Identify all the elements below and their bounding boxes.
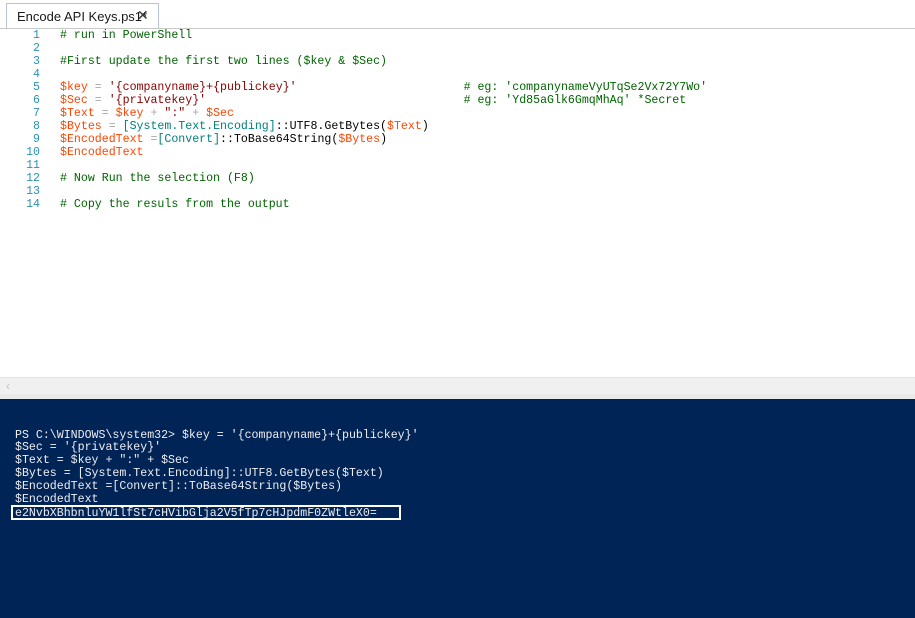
code-token: ) <box>421 120 429 133</box>
code-text: $Sec = '{privatekey}' # eg: 'Yd85aGlk6Gm… <box>60 94 686 107</box>
code-token: ::ToBase64String( <box>220 133 339 146</box>
code-token: $EncodedText <box>60 133 144 146</box>
line-number: 9 <box>33 133 40 146</box>
line-number: 8 <box>33 120 40 133</box>
code-token: [System.Text.Encoding] <box>122 120 276 133</box>
code-token: ":" <box>164 107 186 120</box>
tab-bar: Encode API Keys.ps1* ✕ <box>0 0 915 29</box>
code-token: + <box>185 107 207 120</box>
code-token: # run in PowerShell <box>60 29 193 42</box>
tab-encode-api-keys[interactable]: Encode API Keys.ps1* ✕ <box>6 3 159 28</box>
code-token: $key <box>115 107 144 120</box>
code-token: '{companyname}+{publickey}' <box>108 81 297 94</box>
code-token: #First update the first two lines ($key … <box>60 55 387 68</box>
console-line: $Bytes = [System.Text.Encoding]::UTF8.Ge… <box>15 467 384 480</box>
line-number: 2 <box>33 42 40 55</box>
code-token: # eg: 'companynameVyUTqSe2Vx72Y7Wo' <box>463 81 708 94</box>
code-text: $key = '{companyname}+{publickey}' # eg:… <box>60 81 707 94</box>
code-text: $EncodedText <box>60 146 144 159</box>
console-line: $EncodedText <box>15 493 99 506</box>
code-token: $key <box>60 81 88 94</box>
code-token: $Bytes <box>60 120 102 133</box>
code-token: '{privatekey}' <box>108 94 207 107</box>
code-token: $Sec <box>60 94 88 107</box>
line-number: 4 <box>33 68 40 81</box>
code-token: $Bytes <box>338 133 381 146</box>
code-token: = <box>94 107 116 120</box>
code-token: + <box>143 107 165 120</box>
code-token: $Text <box>387 120 422 133</box>
code-text: #First update the first two lines ($key … <box>60 55 387 68</box>
line-number: 6 <box>33 94 40 107</box>
console-pane[interactable]: PS C:\WINDOWS\system32> $key = '{company… <box>0 399 915 618</box>
line-number: 7 <box>33 107 40 120</box>
code-token: ::UTF8.GetBytes( <box>275 120 388 133</box>
scroll-left-icon[interactable]: ‹ <box>6 379 10 393</box>
line-number: 11 <box>26 159 40 172</box>
horizontal-scrollbar[interactable]: ‹ <box>0 377 915 395</box>
code-token: ) <box>380 133 388 146</box>
code-token: = <box>87 81 109 94</box>
code-text: $Bytes = [System.Text.Encoding]::UTF8.Ge… <box>60 120 429 133</box>
console-line: $EncodedText =[Convert]::ToBase64String(… <box>15 480 342 493</box>
line-number: 1 <box>33 29 40 42</box>
code-token: [Convert] <box>157 133 221 146</box>
code-token: = <box>101 120 123 133</box>
code-text: # Copy the resuls from the output <box>60 198 290 211</box>
code-text: # Now Run the selection (F8) <box>60 172 255 185</box>
code-token: # Now Run the selection (F8) <box>60 172 255 185</box>
line-number: 5 <box>33 81 40 94</box>
code-token: $Sec <box>206 107 234 120</box>
code-text: $Text = $key + ":" + $Sec <box>60 107 234 120</box>
code-token: $Text <box>60 107 95 120</box>
code-token: $EncodedText <box>60 146 144 159</box>
code-text: $EncodedText =[Convert]::ToBase64String(… <box>60 133 387 146</box>
line-number: 14 <box>26 198 40 211</box>
console-line: $Text = $key + ":" + $Sec <box>15 454 189 467</box>
code-text: # run in PowerShell <box>60 29 192 42</box>
line-number: 13 <box>26 185 40 198</box>
line-number: 3 <box>33 55 40 68</box>
code-token: = <box>87 94 109 107</box>
console-line: $Sec = '{privatekey}' <box>15 441 162 454</box>
close-icon[interactable]: ✕ <box>137 7 149 24</box>
code-token: # eg: 'Yd85aGlk6GmqMhAq' *Secret <box>463 94 687 107</box>
console-output-line: e2NvbXBhbnluYW1lfSt7cHVibGlja2V5fTp7cHJp… <box>15 507 377 520</box>
line-number: 10 <box>26 146 40 159</box>
code-token: = <box>143 133 158 146</box>
script-editor[interactable]: 1 # run in PowerShell 2 3 #First update the … <box>0 29 915 377</box>
tab-title: Encode API Keys.ps1* <box>17 9 148 24</box>
code-token: # Copy the resuls from the output <box>60 198 290 211</box>
line-number: 12 <box>26 172 40 185</box>
